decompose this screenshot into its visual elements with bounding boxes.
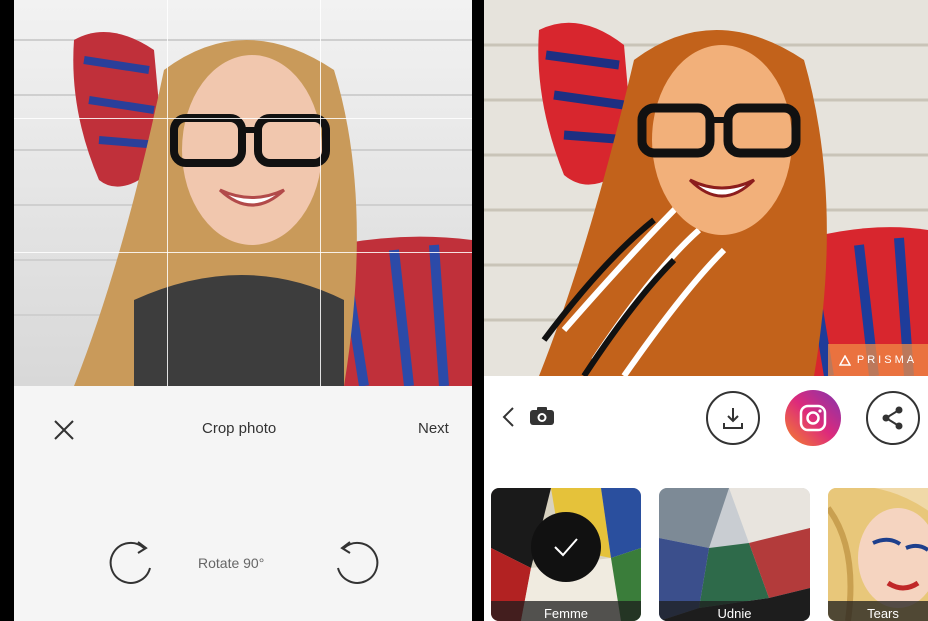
crop-photo-area[interactable] (14, 0, 472, 386)
watermark-text: PRISMA (856, 354, 918, 366)
crop-grid-line (320, 0, 321, 386)
camera-button[interactable] (528, 404, 556, 428)
rotate-counterclockwise-button[interactable] (332, 538, 380, 588)
instagram-icon (799, 404, 827, 432)
camera-icon (530, 407, 554, 425)
chevron-left-icon (502, 407, 514, 427)
share-button[interactable] (866, 391, 920, 445)
filter-thumbnail-femme[interactable]: Femme (491, 488, 641, 621)
checkmark-icon (554, 538, 578, 557)
filter-thumbnail-tears[interactable]: Tears (828, 488, 928, 621)
next-button[interactable]: Next (418, 420, 449, 437)
prisma-watermark: PRISMA (828, 344, 928, 376)
close-icon (54, 420, 74, 440)
download-icon (723, 408, 743, 429)
selfie-photo (14, 0, 472, 386)
crop-screen: Crop photo Next Rotate 90° (14, 0, 472, 621)
crop-grid-line (167, 0, 168, 386)
page-title: Crop photo (202, 420, 277, 437)
filter-thumbnail-udnie[interactable]: Udnie (659, 488, 810, 621)
close-button[interactable] (50, 416, 78, 444)
rotate-clockwise-icon (109, 541, 151, 584)
stylized-photo: PRISMA (484, 0, 928, 376)
filter-label: Femme (491, 601, 641, 621)
instagram-share-button[interactable] (785, 390, 841, 446)
crop-grid-line (14, 252, 472, 253)
selected-checkmark (531, 512, 601, 582)
filter-label: Udnie (659, 601, 810, 621)
filter-label: Tears (828, 601, 928, 621)
crop-grid-line (14, 118, 472, 119)
result-screen: PRISMA Femme Udnie Tears (484, 0, 928, 621)
share-icon (882, 406, 903, 430)
back-button[interactable] (498, 404, 518, 430)
rotate-label: Rotate 90° (198, 555, 265, 571)
rotate-counterclockwise-icon (337, 541, 379, 584)
stylized-selfie (484, 0, 928, 376)
triangle-logo-icon (838, 354, 851, 366)
download-button[interactable] (706, 391, 760, 445)
rotate-clockwise-button[interactable] (108, 538, 156, 588)
